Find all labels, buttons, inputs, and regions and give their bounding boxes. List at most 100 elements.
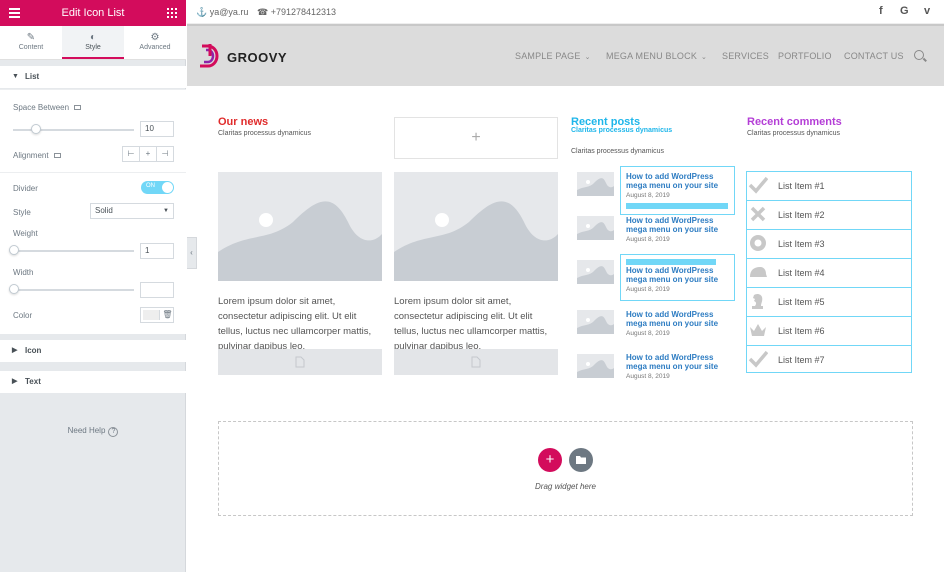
nav-contact-us[interactable]: CONTACT US: [844, 51, 904, 61]
post-title[interactable]: How to add WordPress mega menu on your s…: [626, 310, 736, 328]
divider-label: Divider: [13, 184, 38, 193]
panel-header: Edit Icon List: [0, 0, 186, 26]
list-item-label: List Item #4: [778, 268, 825, 278]
nav-sample-page[interactable]: SAMPLE PAGE ⌄: [515, 51, 591, 61]
post-thumb-5[interactable]: [577, 354, 614, 378]
switch-state: ON: [146, 183, 155, 189]
list-item[interactable]: List Item #4: [747, 259, 911, 288]
monitor-icon[interactable]: [74, 105, 82, 111]
align-left-icon[interactable]: ⊢: [123, 147, 140, 161]
align-right-icon[interactable]: ⊣: [157, 147, 173, 161]
post-thumb-4[interactable]: [577, 310, 614, 334]
list-item[interactable]: List Item #6: [747, 317, 911, 346]
news-read-more-2[interactable]: [394, 349, 558, 375]
widgets-grid-icon[interactable]: [167, 8, 177, 18]
add-template-button[interactable]: [569, 448, 593, 472]
post-item-4[interactable]: How to add WordPress mega menu on your s…: [626, 310, 736, 337]
section-text-header[interactable]: ▶ Text: [0, 371, 186, 393]
image-placeholder-icon: [218, 201, 382, 281]
document-icon: [471, 356, 481, 368]
width-input[interactable]: [140, 282, 174, 298]
chevron-down-icon: ▼: [163, 208, 169, 214]
nav-mega-menu-block[interactable]: MEGA MENU BLOCK ⌄: [606, 51, 707, 61]
list-item[interactable]: List Item #1: [747, 172, 911, 201]
section-list-label: List: [25, 72, 40, 81]
list-item[interactable]: List Item #5: [747, 288, 911, 317]
section-icon-header[interactable]: ▶ Icon: [0, 340, 186, 362]
check-icon: [748, 350, 768, 368]
switch-knob: [162, 182, 173, 193]
logo-text[interactable]: GROOVY: [227, 50, 287, 65]
check-icon: [748, 176, 768, 194]
color-picker[interactable]: 🗑: [140, 307, 174, 323]
search-icon[interactable]: [914, 50, 924, 60]
monitor-icon[interactable]: [53, 153, 61, 159]
post-thumb-2[interactable]: [577, 216, 614, 240]
style-select[interactable]: Solid ▼: [90, 203, 174, 219]
news-image-2[interactable]: [394, 172, 558, 281]
collapse-panel-button[interactable]: ‹: [187, 237, 197, 269]
nav-services[interactable]: SERVICES: [722, 51, 769, 61]
alignment-control: ⊢ + ⊣: [122, 146, 174, 162]
news-excerpt-2: Lorem ipsum dolor sit amet, consectetur …: [394, 296, 548, 352]
email-contact[interactable]: ⚓ ya@ya.ru: [196, 7, 248, 18]
color-swatch[interactable]: [143, 310, 160, 320]
tab-content[interactable]: ✎ Content: [0, 26, 62, 59]
list-item-label: List Item #1: [778, 181, 825, 191]
color-label: Color: [13, 311, 33, 320]
trash-icon[interactable]: 🗑: [162, 308, 173, 322]
post-item-3[interactable]: How to add WordPress mega menu on your s…: [626, 266, 736, 293]
divider-switch[interactable]: ON: [141, 181, 174, 194]
circle-icon: [750, 235, 766, 251]
weight-input[interactable]: 1: [140, 243, 174, 259]
post-title[interactable]: How to add WordPress mega menu on your s…: [626, 353, 736, 371]
width-slider[interactable]: [13, 289, 134, 291]
style-select-value: Solid: [95, 206, 113, 215]
hat-icon: [750, 267, 767, 277]
facebook-icon[interactable]: f: [879, 5, 883, 17]
question-icon: ?: [108, 427, 119, 437]
post-title[interactable]: How to add WordPress mega menu on your s…: [626, 216, 736, 234]
section-list-header[interactable]: ▼ List: [0, 66, 186, 88]
phone-contact[interactable]: ☎ +791278412313: [257, 7, 336, 18]
post-item-2[interactable]: How to add WordPress mega menu on your s…: [626, 216, 736, 243]
document-icon: [295, 356, 305, 368]
post-title[interactable]: How to add WordPress mega menu on your s…: [626, 172, 736, 190]
space-between-input[interactable]: 10: [140, 121, 174, 137]
tab-advanced[interactable]: ⚙ Advanced: [124, 26, 186, 59]
caret-right-icon: ▶: [12, 378, 18, 385]
add-section-button[interactable]: +: [538, 448, 562, 472]
tab-style[interactable]: ◐ Style: [62, 26, 124, 59]
google-icon[interactable]: G: [900, 5, 909, 17]
width-slider-handle[interactable]: [9, 284, 19, 294]
groovy-logo-icon[interactable]: [196, 42, 220, 70]
news-read-more-1[interactable]: [218, 349, 382, 375]
weight-slider-handle[interactable]: [9, 245, 19, 255]
our-news-subtitle: Claritas processus dynamicus: [218, 130, 311, 137]
drop-zone[interactable]: + Drag widget here: [218, 421, 913, 516]
news-image-1[interactable]: [218, 172, 382, 281]
list-item[interactable]: List Item #3: [747, 230, 911, 259]
alignment-text: Alignment: [13, 151, 49, 160]
list-item[interactable]: List Item #7: [747, 346, 911, 375]
phone-text: +791278412313: [270, 7, 337, 17]
list-item-label: List Item #5: [778, 297, 825, 307]
icon-list-widget[interactable]: List Item #1 List Item #2 List Item #3 L…: [746, 171, 912, 373]
add-widget-placeholder[interactable]: +: [394, 117, 558, 159]
post-title[interactable]: How to add WordPress mega menu on your s…: [626, 266, 736, 284]
weight-slider[interactable]: [13, 250, 134, 252]
align-center-icon[interactable]: +: [140, 147, 157, 161]
vine-icon[interactable]: v: [924, 5, 930, 17]
weight-label: Weight: [13, 229, 38, 238]
need-help-link[interactable]: Need Help?: [0, 426, 186, 437]
post-item-5[interactable]: How to add WordPress mega menu on your s…: [626, 353, 736, 380]
panel-title: Edit Icon List: [61, 7, 125, 19]
nav-portfolio[interactable]: PORTFOLIO: [778, 51, 832, 61]
recent-posts-subtitle-2: Claritas processus dynamicus: [571, 148, 664, 155]
post-date: August 8, 2019: [626, 192, 670, 199]
post-item-1[interactable]: How to add WordPress mega menu on your s…: [626, 172, 736, 199]
post-thumb-3[interactable]: [577, 260, 614, 284]
chevron-down-icon: ⌄: [584, 54, 591, 61]
post-thumb-1[interactable]: [577, 172, 614, 196]
list-item[interactable]: List Item #2: [747, 201, 911, 230]
